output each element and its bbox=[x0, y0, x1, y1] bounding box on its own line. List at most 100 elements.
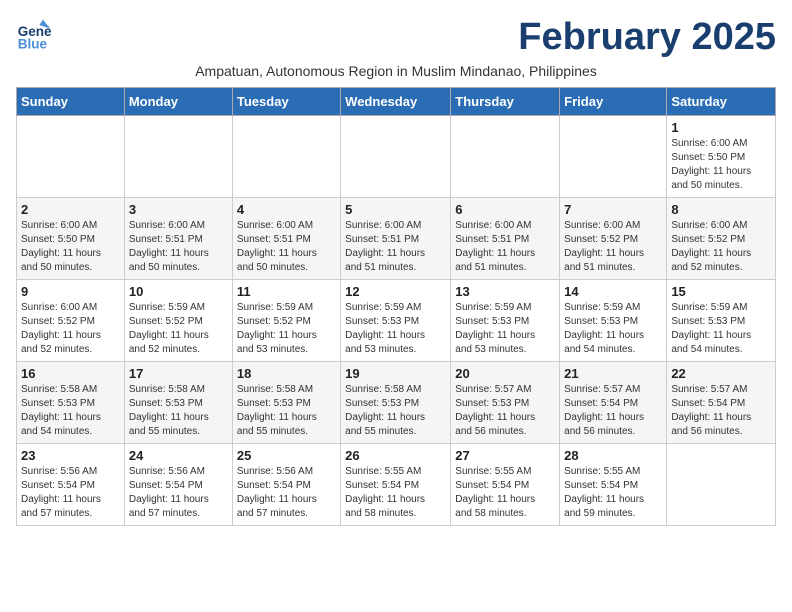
calendar-cell: 18Sunrise: 5:58 AM Sunset: 5:53 PM Dayli… bbox=[232, 362, 340, 444]
calendar-cell: 26 Sunrise: 5:55 AM Sunset: 5:54 PM Dayli… bbox=[341, 444, 451, 526]
day-info: Sunrise: 5:59 AM Sunset: 5:53 PM Dayligh… bbox=[455, 301, 555, 357]
month-title: February 2025 bbox=[518, 16, 776, 59]
day-number: 2 bbox=[21, 202, 120, 217]
calendar-cell: 20 Sunrise: 5:57 AM Sunset: 5:53 PM Dayli… bbox=[451, 362, 560, 444]
calendar-cell: 17 Sunrise: 5:58 AM Sunset: 5:53 PM Dayli… bbox=[124, 362, 232, 444]
day-number: 7 bbox=[564, 202, 662, 217]
day-number: 1 bbox=[671, 120, 771, 135]
calendar-cell: 3Sunrise: 6:00 AM Sunset: 5:51 PM Daylig… bbox=[124, 198, 232, 280]
day-number: 20 bbox=[455, 366, 555, 381]
calendar-cell: 23 Sunrise: 5:56 AM Sunset: 5:54 PM Dayli… bbox=[17, 444, 125, 526]
day-info: Sunrise: 5:59 AM Sunset: 5:53 PM Dayligh… bbox=[345, 301, 446, 357]
dow-header-sunday: Sunday bbox=[17, 88, 125, 116]
calendar-cell: 5Sunrise: 6:00 AM Sunset: 5:51 PM Daylig… bbox=[341, 198, 451, 280]
week-row-3: 16 Sunrise: 5:58 AM Sunset: 5:53 PM Dayli… bbox=[17, 362, 776, 444]
day-number: 17 bbox=[129, 366, 228, 381]
svg-text:Blue: Blue bbox=[18, 36, 48, 51]
day-number: 12 bbox=[345, 284, 446, 299]
day-number: 14 bbox=[564, 284, 662, 299]
day-info: Sunrise: 6:00 AM Sunset: 5:52 PM Dayligh… bbox=[564, 219, 662, 275]
day-info: Sunrise: 5:59 AM Sunset: 5:52 PM Dayligh… bbox=[129, 301, 228, 357]
day-info: Sunrise: 6:00 AM Sunset: 5:50 PM Dayligh… bbox=[21, 219, 120, 275]
calendar-cell bbox=[667, 444, 776, 526]
day-number: 22 bbox=[671, 366, 771, 381]
calendar-cell: 11 Sunrise: 5:59 AM Sunset: 5:52 PM Dayli… bbox=[232, 280, 340, 362]
subtitle: Ampatuan, Autonomous Region in Muslim Mi… bbox=[16, 63, 776, 79]
day-number: 28 bbox=[564, 448, 662, 463]
day-number: 8 bbox=[671, 202, 771, 217]
logo: General Blue bbox=[16, 16, 52, 52]
calendar-cell: 2 Sunrise: 6:00 AM Sunset: 5:50 PM Daylig… bbox=[17, 198, 125, 280]
day-info: Sunrise: 5:59 AM Sunset: 5:53 PM Dayligh… bbox=[564, 301, 662, 357]
day-number: 6 bbox=[455, 202, 555, 217]
day-number: 21 bbox=[564, 366, 662, 381]
dow-header-friday: Friday bbox=[560, 88, 667, 116]
calendar-cell: 12 Sunrise: 5:59 AM Sunset: 5:53 PM Dayli… bbox=[341, 280, 451, 362]
day-info: Sunrise: 5:56 AM Sunset: 5:54 PM Dayligh… bbox=[129, 465, 228, 521]
day-info: Sunrise: 5:56 AM Sunset: 5:54 PM Dayligh… bbox=[237, 465, 336, 521]
day-info: Sunrise: 6:00 AM Sunset: 5:51 PM Dayligh… bbox=[345, 219, 446, 275]
week-row-4: 23 Sunrise: 5:56 AM Sunset: 5:54 PM Dayli… bbox=[17, 444, 776, 526]
dow-header-tuesday: Tuesday bbox=[232, 88, 340, 116]
calendar-cell bbox=[232, 116, 340, 198]
day-number: 24 bbox=[129, 448, 228, 463]
week-row-1: 2 Sunrise: 6:00 AM Sunset: 5:50 PM Daylig… bbox=[17, 198, 776, 280]
calendar-cell: 14 Sunrise: 5:59 AM Sunset: 5:53 PM Dayli… bbox=[560, 280, 667, 362]
calendar-cell: 9Sunrise: 6:00 AM Sunset: 5:52 PM Daylig… bbox=[17, 280, 125, 362]
day-info: Sunrise: 6:00 AM Sunset: 5:51 PM Dayligh… bbox=[237, 219, 336, 275]
calendar-cell bbox=[124, 116, 232, 198]
calendar-cell: 4 Sunrise: 6:00 AM Sunset: 5:51 PM Daylig… bbox=[232, 198, 340, 280]
day-info: Sunrise: 5:58 AM Sunset: 5:53 PM Dayligh… bbox=[237, 383, 336, 439]
calendar-cell: 24 Sunrise: 5:56 AM Sunset: 5:54 PM Dayli… bbox=[124, 444, 232, 526]
dow-header-wednesday: Wednesday bbox=[341, 88, 451, 116]
day-info: Sunrise: 5:59 AM Sunset: 5:52 PM Dayligh… bbox=[237, 301, 336, 357]
calendar-cell: 1Sunrise: 6:00 AM Sunset: 5:50 PM Daylig… bbox=[667, 116, 776, 198]
dow-header-saturday: Saturday bbox=[667, 88, 776, 116]
day-info: Sunrise: 5:57 AM Sunset: 5:54 PM Dayligh… bbox=[671, 383, 771, 439]
day-number: 27 bbox=[455, 448, 555, 463]
calendar-cell: 21 Sunrise: 5:57 AM Sunset: 5:54 PM Dayli… bbox=[560, 362, 667, 444]
day-number: 19 bbox=[345, 366, 446, 381]
day-info: Sunrise: 5:55 AM Sunset: 5:54 PM Dayligh… bbox=[345, 465, 446, 521]
day-number: 26 bbox=[345, 448, 446, 463]
day-info: Sunrise: 5:58 AM Sunset: 5:53 PM Dayligh… bbox=[21, 383, 120, 439]
dow-header-monday: Monday bbox=[124, 88, 232, 116]
day-number: 16 bbox=[21, 366, 120, 381]
calendar-cell: 28Sunrise: 5:55 AM Sunset: 5:54 PM Dayli… bbox=[560, 444, 667, 526]
day-number: 25 bbox=[237, 448, 336, 463]
calendar-cell bbox=[451, 116, 560, 198]
calendar-cell bbox=[341, 116, 451, 198]
days-of-week-row: SundayMondayTuesdayWednesdayThursdayFrid… bbox=[17, 88, 776, 116]
day-number: 15 bbox=[671, 284, 771, 299]
calendar-cell: 16 Sunrise: 5:58 AM Sunset: 5:53 PM Dayli… bbox=[17, 362, 125, 444]
day-number: 4 bbox=[237, 202, 336, 217]
calendar-cell: 22 Sunrise: 5:57 AM Sunset: 5:54 PM Dayli… bbox=[667, 362, 776, 444]
calendar-cell: 7 Sunrise: 6:00 AM Sunset: 5:52 PM Daylig… bbox=[560, 198, 667, 280]
calendar-cell bbox=[560, 116, 667, 198]
calendar-cell: 25 Sunrise: 5:56 AM Sunset: 5:54 PM Dayli… bbox=[232, 444, 340, 526]
dow-header-thursday: Thursday bbox=[451, 88, 560, 116]
calendar-cell: 13 Sunrise: 5:59 AM Sunset: 5:53 PM Dayli… bbox=[451, 280, 560, 362]
day-number: 11 bbox=[237, 284, 336, 299]
day-number: 13 bbox=[455, 284, 555, 299]
day-info: Sunrise: 6:00 AM Sunset: 5:51 PM Dayligh… bbox=[455, 219, 555, 275]
week-row-2: 9Sunrise: 6:00 AM Sunset: 5:52 PM Daylig… bbox=[17, 280, 776, 362]
calendar-body: 1 Sunrise: 6:00 AM Sunset: 5:50 PM Daylig… bbox=[17, 116, 776, 526]
calendar-cell: 6 Sunrise: 6:00 AM Sunset: 5:51 PM Daylig… bbox=[451, 198, 560, 280]
day-info: Sunrise: 5:58 AM Sunset: 5:53 PM Dayligh… bbox=[129, 383, 228, 439]
calendar-cell: 19Sunrise: 5:58 AM Sunset: 5:53 PM Dayli… bbox=[341, 362, 451, 444]
header: General Blue February 2025 bbox=[16, 16, 776, 59]
calendar-cell bbox=[17, 116, 125, 198]
day-info: Sunrise: 5:56 AM Sunset: 5:54 PM Dayligh… bbox=[21, 465, 120, 521]
calendar-cell: 27Sunrise: 5:55 AM Sunset: 5:54 PM Dayli… bbox=[451, 444, 560, 526]
day-info: Sunrise: 6:00 AM Sunset: 5:52 PM Dayligh… bbox=[21, 301, 120, 357]
month-title-area: February 2025 bbox=[518, 16, 776, 59]
day-info: Sunrise: 5:57 AM Sunset: 5:54 PM Dayligh… bbox=[564, 383, 662, 439]
calendar-cell: 10 Sunrise: 5:59 AM Sunset: 5:52 PM Dayli… bbox=[124, 280, 232, 362]
day-info: Sunrise: 6:00 AM Sunset: 5:52 PM Dayligh… bbox=[671, 219, 771, 275]
day-number: 23 bbox=[21, 448, 120, 463]
day-info: Sunrise: 5:57 AM Sunset: 5:53 PM Dayligh… bbox=[455, 383, 555, 439]
day-number: 10 bbox=[129, 284, 228, 299]
calendar-cell: 15Sunrise: 5:59 AM Sunset: 5:53 PM Dayli… bbox=[667, 280, 776, 362]
week-row-0: 1Sunrise: 6:00 AM Sunset: 5:50 PM Daylig… bbox=[17, 116, 776, 198]
